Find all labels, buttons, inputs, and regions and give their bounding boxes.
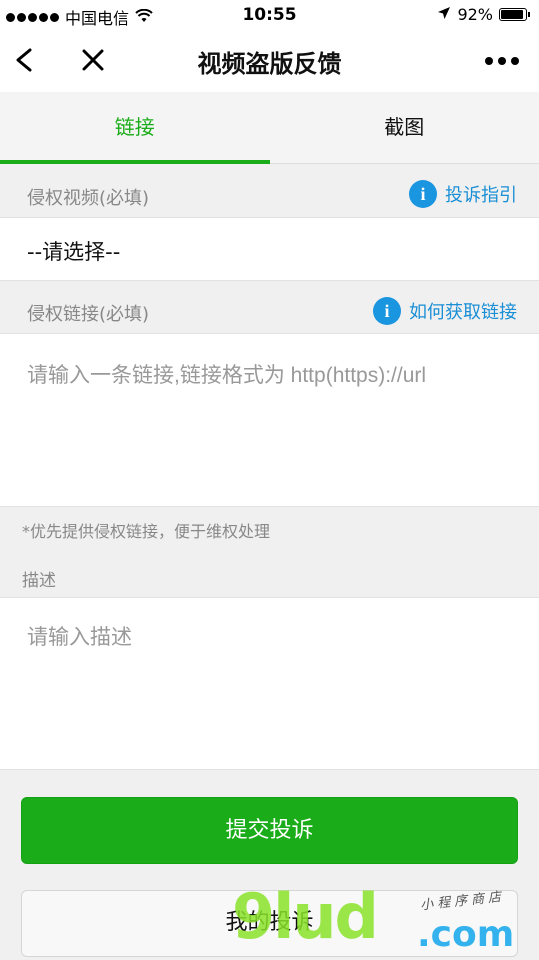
more-dots-icon[interactable]	[485, 57, 519, 65]
status-right: 92%	[437, 5, 530, 24]
watermark-tagline: 小程序商店	[419, 889, 506, 914]
link-label: 侵权链接(必填)	[27, 304, 150, 325]
video-select-value: --请选择--	[27, 240, 121, 264]
watermark-logo: 9lud 小程序商店 .com	[232, 880, 532, 960]
how-to-get-link-text: 如何获取链接	[409, 302, 517, 323]
page-title: 视频盗版反馈	[197, 50, 342, 78]
how-to-get-link[interactable]: i 如何获取链接	[373, 297, 517, 325]
watermark-main: 9lud	[232, 880, 379, 953]
tab-bar: 链接 截图	[0, 92, 539, 164]
info-icon: i	[373, 297, 401, 325]
priority-note: *优先提供侵权链接，便于维权处理	[22, 522, 271, 541]
battery-icon	[499, 8, 530, 21]
nav-bar: 视频盗版反馈	[0, 30, 539, 92]
tab-screenshot[interactable]: 截图	[270, 92, 539, 163]
link-textarea[interactable]: 请输入一条链接,链接格式为 http(https)://url	[0, 333, 539, 507]
battery-fill	[501, 10, 524, 19]
location-arrow-icon	[437, 5, 451, 24]
complaint-guide-link[interactable]: i 投诉指引	[409, 180, 517, 208]
battery-percent: 92%	[457, 5, 493, 24]
tab-link[interactable]: 链接	[0, 92, 270, 164]
watermark-domain: .com	[417, 914, 515, 955]
video-select[interactable]: --请选择--	[0, 217, 539, 281]
description-placeholder: 请输入描述	[27, 626, 132, 649]
complaint-guide-text: 投诉指引	[445, 185, 517, 206]
info-icon: i	[409, 180, 437, 208]
status-bar: 中国电信 10:55 92%	[0, 0, 539, 30]
description-textarea[interactable]: 请输入描述	[0, 597, 539, 770]
submit-complaint-button[interactable]: 提交投诉	[21, 797, 518, 864]
link-placeholder: 请输入一条链接,链接格式为 http(https)://url	[27, 364, 427, 387]
video-label: 侵权视频(必填)	[27, 188, 150, 209]
description-label: 描述	[22, 571, 56, 591]
